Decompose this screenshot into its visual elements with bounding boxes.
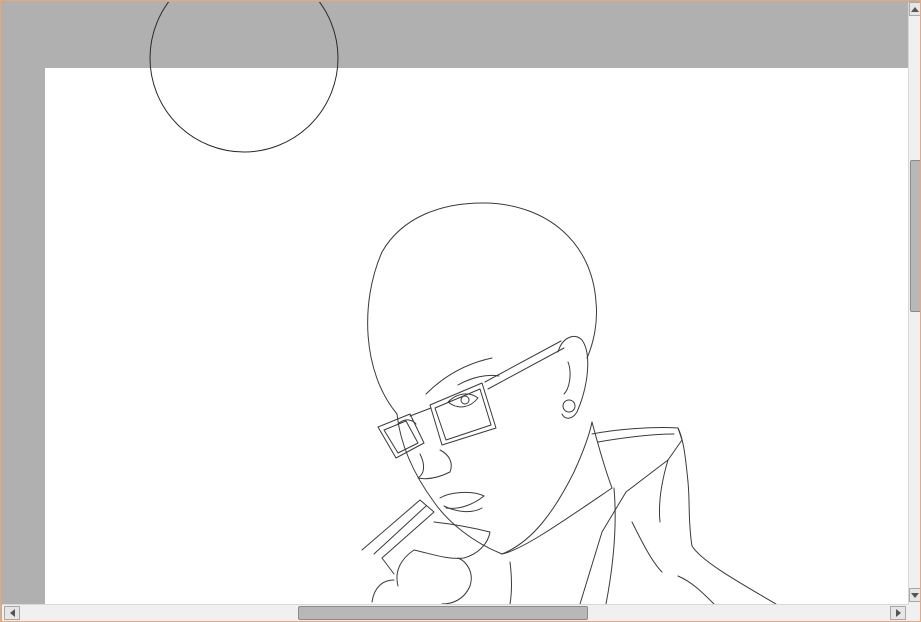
- scroll-down-button[interactable]: [909, 588, 920, 602]
- vertical-scrollbar[interactable]: [908, 2, 920, 604]
- horizontal-scroll-thumb[interactable]: [298, 606, 588, 620]
- scroll-right-button[interactable]: [890, 606, 906, 620]
- hand: [413, 521, 491, 559]
- collar-left: [361, 499, 435, 575]
- arrow-right-icon: [895, 609, 901, 617]
- scrollbar-corner: [908, 604, 920, 621]
- arrow-left-icon: [9, 609, 15, 617]
- vertical-scroll-thumb[interactable]: [910, 160, 920, 312]
- scroll-up-button[interactable]: [909, 2, 920, 16]
- drawing-window: [0, 0, 921, 622]
- collar-right: [591, 426, 777, 604]
- canvas-viewport[interactable]: [2, 2, 908, 604]
- earring: [562, 399, 576, 413]
- arrow-up-icon: [911, 6, 919, 12]
- circle-brush-cursor: [149, 2, 339, 153]
- head-outline: [367, 202, 597, 415]
- arrow-down-icon: [911, 592, 919, 598]
- scroll-left-button[interactable]: [4, 606, 20, 620]
- glasses-lens-right: [429, 382, 497, 446]
- horizontal-scrollbar[interactable]: [2, 604, 908, 621]
- line-art-drawing[interactable]: [2, 2, 908, 604]
